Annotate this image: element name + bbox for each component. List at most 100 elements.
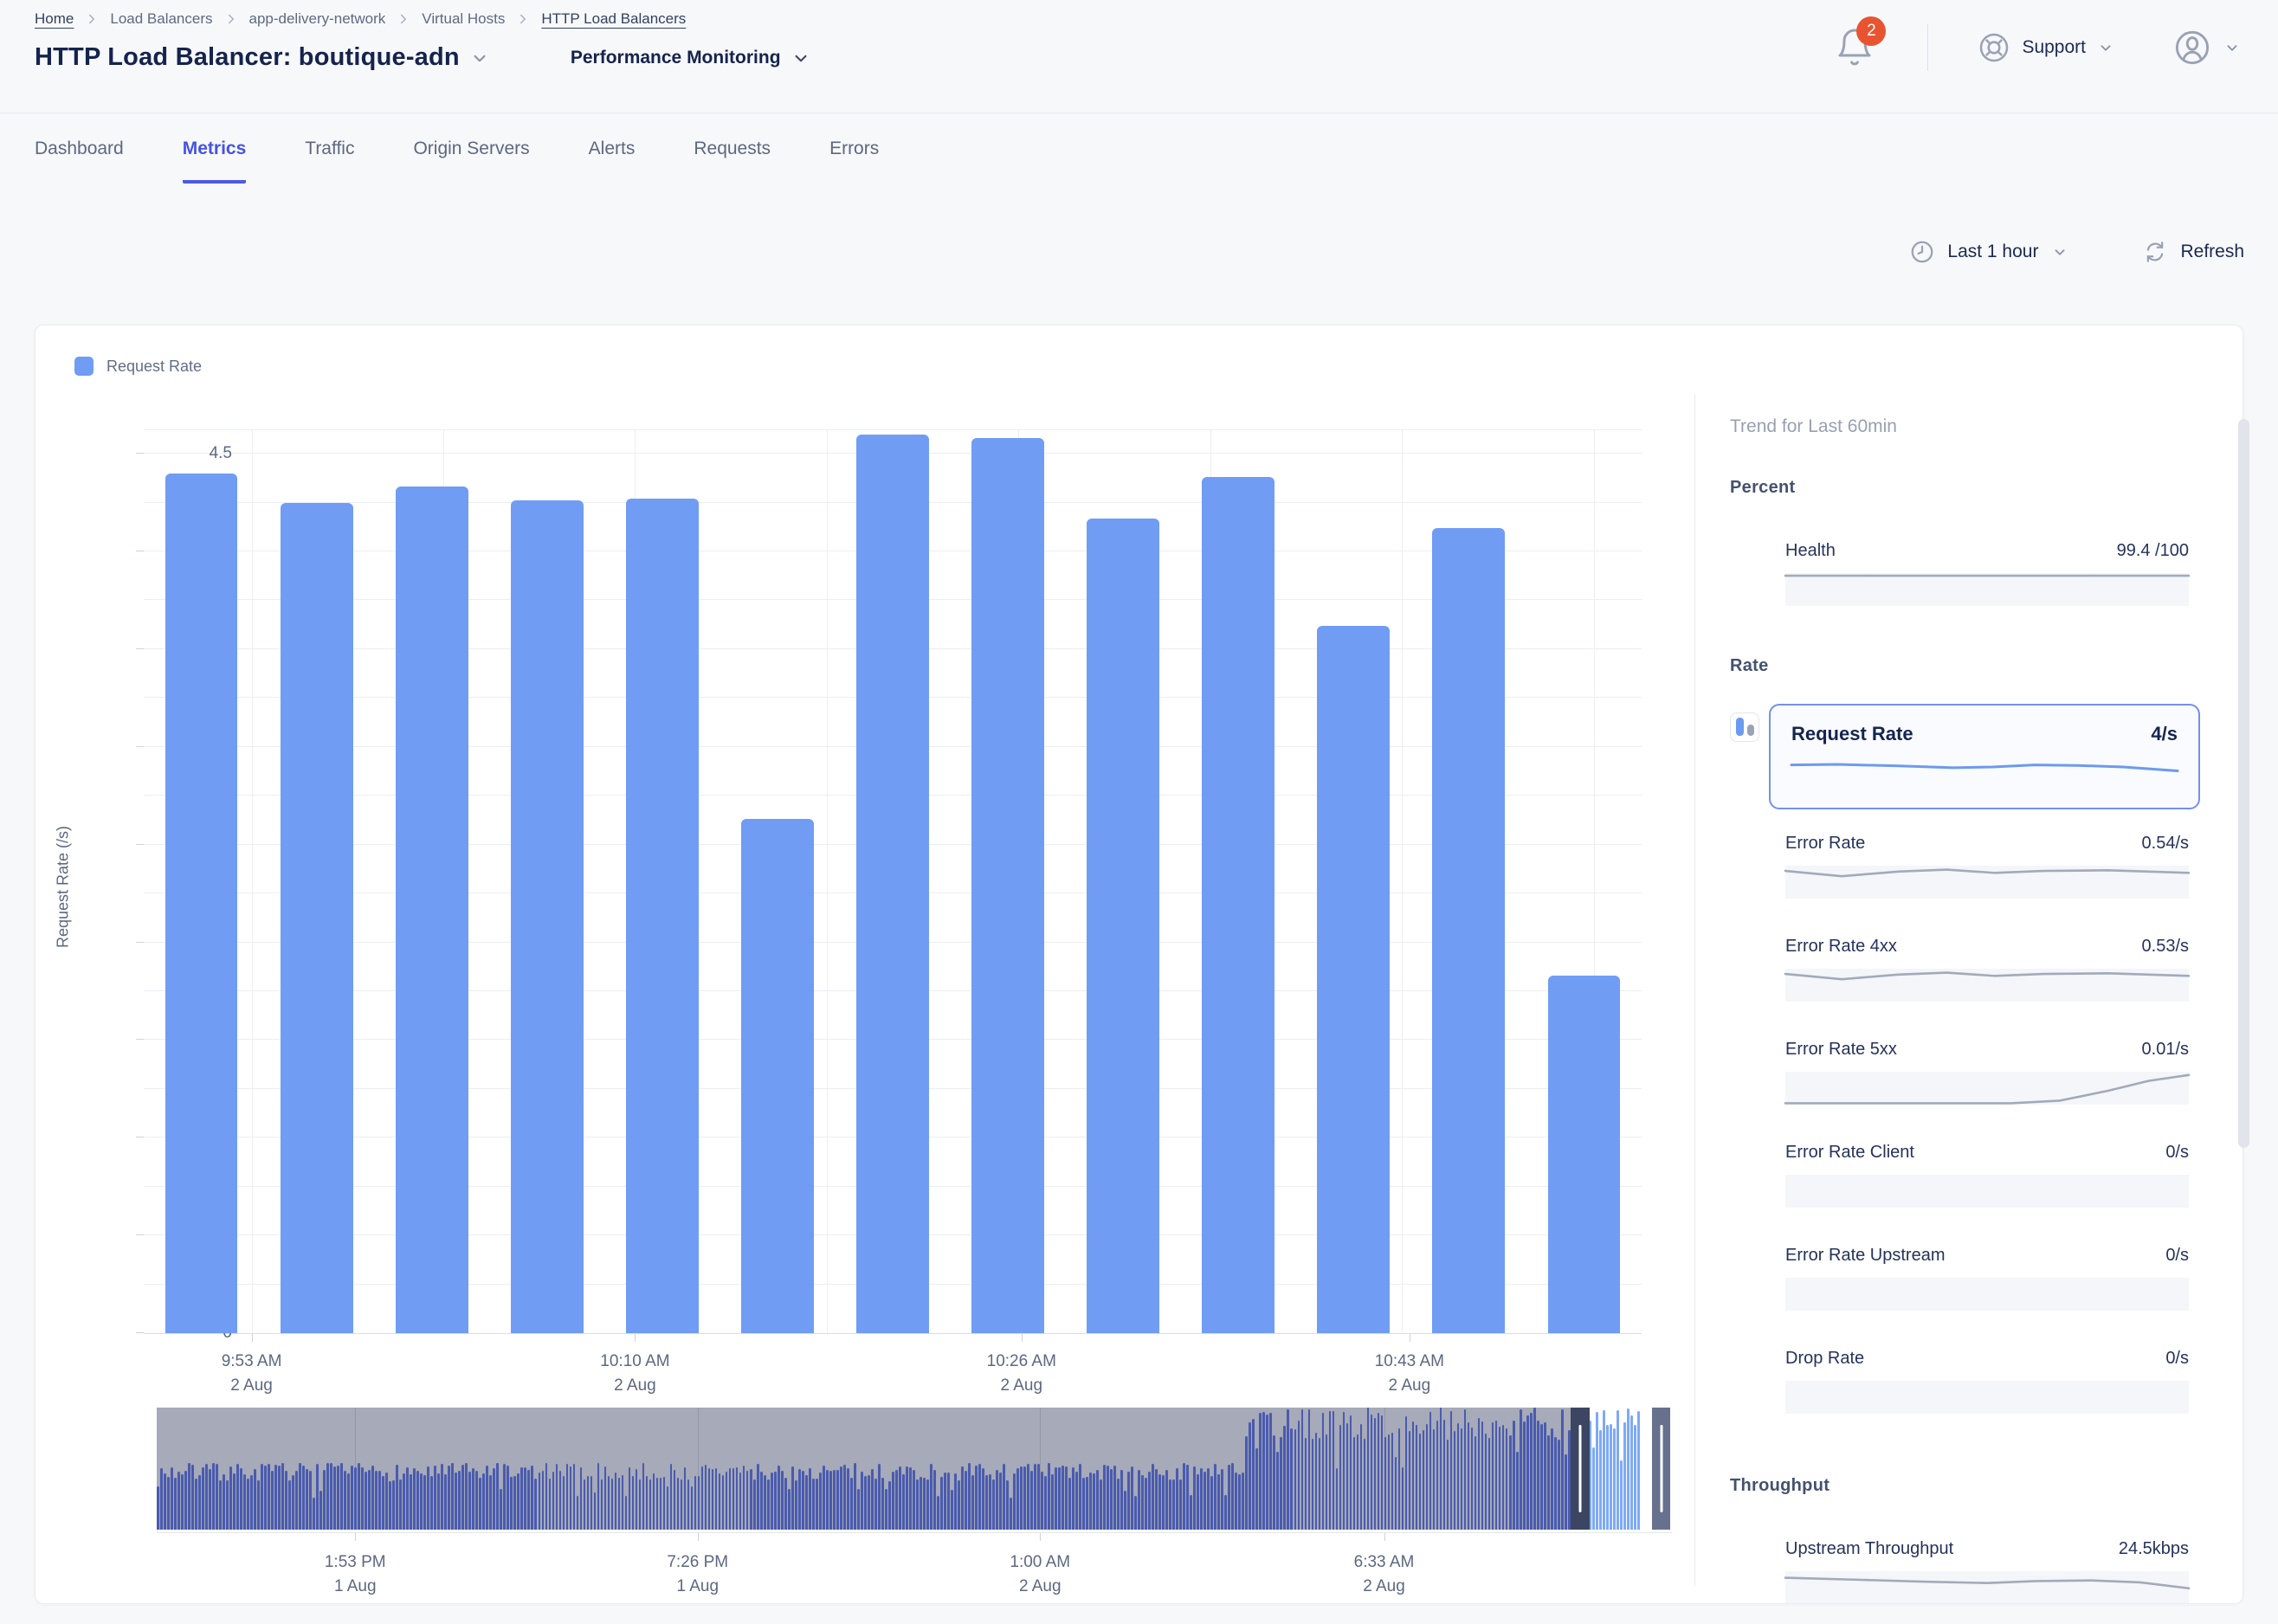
brush-bar xyxy=(670,1464,673,1530)
brush-bar xyxy=(174,1478,177,1530)
tab-metrics[interactable]: Metrics xyxy=(183,139,247,184)
bar[interactable] xyxy=(1087,519,1159,1333)
notifications-button[interactable]: 2 xyxy=(1834,25,1875,70)
bar[interactable] xyxy=(741,819,814,1333)
bar[interactable] xyxy=(1548,976,1621,1333)
brush-bar xyxy=(243,1474,246,1530)
brush-bar xyxy=(375,1471,378,1530)
bar[interactable] xyxy=(1317,626,1390,1333)
chart-type-icon-button[interactable] xyxy=(1730,712,1759,742)
sparkline xyxy=(1785,573,2189,606)
metric-error-rate-client[interactable]: Error Rate Client0/s xyxy=(1785,1143,2189,1208)
bar[interactable] xyxy=(165,474,238,1333)
brush-bar xyxy=(358,1463,360,1530)
bar[interactable] xyxy=(1432,528,1505,1333)
metric-error-rate-upstream[interactable]: Error Rate Upstream0/s xyxy=(1785,1246,2189,1311)
bar[interactable] xyxy=(626,499,699,1333)
brush-bar xyxy=(545,1463,548,1530)
tab-requests[interactable]: Requests xyxy=(694,139,771,184)
bar-slot xyxy=(144,430,259,1333)
breadcrumb-item[interactable]: Load Balancers xyxy=(110,10,212,28)
brush-bar xyxy=(1544,1422,1546,1530)
metric-health[interactable]: Health99.4 /100 xyxy=(1785,541,2189,606)
breadcrumb-item[interactable]: app-delivery-network xyxy=(249,10,386,28)
brush-bar xyxy=(861,1472,863,1530)
brush-bar xyxy=(1523,1421,1526,1530)
brush-bar xyxy=(406,1467,409,1530)
brush-bar xyxy=(1290,1428,1293,1530)
breadcrumb-item[interactable]: Home xyxy=(35,10,74,28)
tab-origin-servers[interactable]: Origin Servers xyxy=(413,139,529,184)
tab-traffic[interactable]: Traffic xyxy=(305,139,354,184)
timeline-brush[interactable] xyxy=(157,1408,1672,1530)
metric-error-rate-5xx[interactable]: Error Rate 5xx0.01/s xyxy=(1785,1040,2189,1105)
brush-bar xyxy=(1190,1495,1192,1530)
brush-bar xyxy=(368,1470,371,1530)
brush-bar xyxy=(1360,1424,1363,1530)
monitoring-view-selector[interactable]: Performance Monitoring xyxy=(571,48,781,68)
bar[interactable] xyxy=(511,500,584,1333)
chart-legend[interactable]: Request Rate xyxy=(74,357,202,376)
tab-errors[interactable]: Errors xyxy=(829,139,879,184)
brush-bar xyxy=(1062,1466,1064,1530)
metric-drop-rate[interactable]: Drop Rate0/s xyxy=(1785,1349,2189,1414)
brush-bar xyxy=(1537,1421,1539,1530)
brush-handle-left[interactable] xyxy=(1571,1408,1590,1530)
x-tick-mark xyxy=(635,1334,636,1342)
brush-bar xyxy=(684,1467,687,1530)
sparkline xyxy=(1785,1072,2189,1105)
brush-bar xyxy=(281,1463,284,1530)
brush-bar xyxy=(157,1486,159,1530)
bar[interactable] xyxy=(971,438,1044,1333)
brush-bar xyxy=(1319,1438,1321,1530)
brush-bar xyxy=(1603,1410,1605,1530)
metric-upstream-throughput[interactable]: Upstream Throughput24.5kbps xyxy=(1785,1539,2189,1603)
brush-bar xyxy=(1217,1474,1220,1530)
divider xyxy=(1694,395,1695,1586)
brush-bar xyxy=(1378,1413,1380,1530)
brush-bar xyxy=(642,1463,645,1530)
metric-error-rate-4xx[interactable]: Error Rate 4xx0.53/s xyxy=(1785,937,2189,1002)
bar[interactable] xyxy=(1202,477,1275,1333)
bar-series xyxy=(144,430,1642,1333)
brush-bar xyxy=(1193,1466,1196,1531)
brush-bar xyxy=(288,1480,291,1530)
metric-label: Error Rate 5xx xyxy=(1785,1040,1897,1060)
brush-bar xyxy=(868,1475,870,1530)
brush-bar xyxy=(1630,1415,1633,1531)
bar[interactable] xyxy=(396,487,468,1333)
brush-bar xyxy=(632,1476,635,1530)
brush-bar xyxy=(1072,1467,1074,1530)
refresh-button[interactable]: Refresh xyxy=(2142,239,2244,265)
brush-bar xyxy=(423,1475,426,1530)
brush-bar xyxy=(1145,1478,1147,1530)
chevron-down-icon[interactable] xyxy=(790,47,812,69)
scrollbar-thumb[interactable] xyxy=(2238,419,2249,1148)
brush-bar xyxy=(1429,1412,1432,1530)
tab-dashboard[interactable]: Dashboard xyxy=(35,139,124,184)
brush-bar xyxy=(885,1489,887,1530)
brush-bar xyxy=(250,1475,253,1530)
brush-bar xyxy=(264,1466,267,1530)
brush-bar xyxy=(1419,1434,1422,1530)
breadcrumb-item[interactable]: Virtual Hosts xyxy=(422,10,505,28)
support-menu[interactable]: Support xyxy=(1977,30,2115,65)
brush-bar xyxy=(1409,1431,1411,1530)
brush-handle-right[interactable] xyxy=(1652,1408,1670,1530)
breadcrumb-item[interactable]: HTTP Load Balancers xyxy=(541,10,686,28)
account-menu[interactable] xyxy=(2172,28,2242,68)
tab-alerts[interactable]: Alerts xyxy=(589,139,636,184)
sparkline xyxy=(1791,759,2178,785)
brush-bar xyxy=(1262,1412,1265,1530)
bar[interactable] xyxy=(856,435,929,1333)
time-range-picker[interactable]: Last 1 hour xyxy=(1909,239,2069,265)
brush-tick-date: 2 Aug xyxy=(1010,1575,1070,1599)
metric-sparkline xyxy=(1791,759,2178,785)
metric-error-rate[interactable]: Error Rate0.54/s xyxy=(1785,834,2189,899)
chevron-right-icon xyxy=(515,11,531,27)
brush-bar xyxy=(1339,1425,1342,1530)
chevron-down-icon[interactable] xyxy=(468,47,491,69)
metric-card-request-rate[interactable]: Request Rate4/s xyxy=(1769,704,2200,809)
bar[interactable] xyxy=(281,503,353,1333)
legend-swatch xyxy=(74,357,94,376)
